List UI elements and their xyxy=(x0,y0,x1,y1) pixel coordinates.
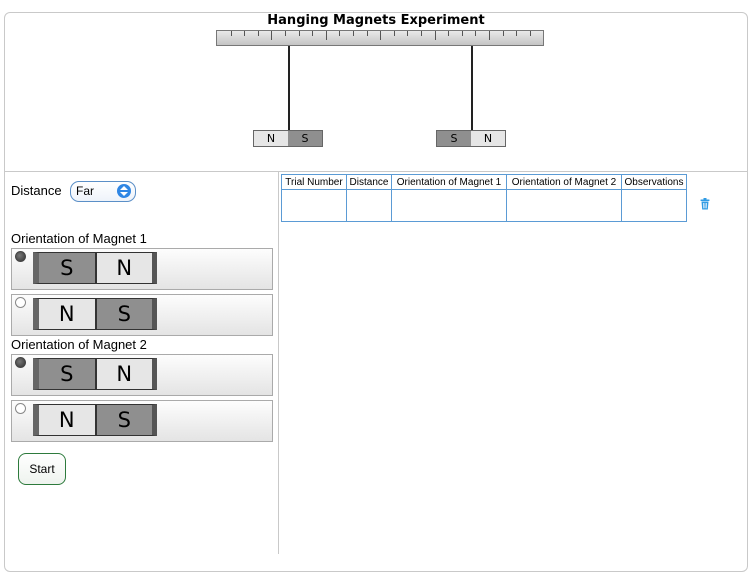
select-arrows-icon xyxy=(117,184,131,198)
results-table: Trial Number Distance Orientation of Mag… xyxy=(281,174,687,222)
ruler-tick xyxy=(326,31,327,40)
column-header: Observations xyxy=(622,175,687,190)
magnet-pole: S xyxy=(96,298,158,330)
start-button[interactable]: Start xyxy=(18,453,66,485)
magnet-pole: N xyxy=(96,358,158,390)
vertical-divider xyxy=(278,172,279,554)
ruler-tick xyxy=(516,31,517,36)
ruler-tick xyxy=(299,31,300,36)
magnet-ns-icon: N S xyxy=(33,404,157,436)
magnet2-option-sn-radio[interactable] xyxy=(15,357,26,368)
table-cell[interactable] xyxy=(392,190,507,222)
right-string xyxy=(471,46,473,130)
experiment-frame xyxy=(4,12,748,572)
right-hanging-magnet-pole-right: N xyxy=(471,131,505,146)
magnet-sn-icon: S N xyxy=(33,358,157,390)
ruler-tick xyxy=(353,31,354,36)
table-cell[interactable] xyxy=(347,190,392,222)
column-header: Trial Number xyxy=(282,175,347,190)
ruler-tick xyxy=(503,31,504,36)
table-cell[interactable] xyxy=(622,190,687,222)
ruler-tick xyxy=(448,31,449,36)
magnet2-option-ns[interactable]: N S xyxy=(11,400,273,442)
magnet-pole: N xyxy=(96,252,158,284)
magnet1-option-sn[interactable]: S N xyxy=(11,248,273,290)
ruler-tick xyxy=(258,31,259,36)
magnet1-label: Orientation of Magnet 1 xyxy=(11,231,147,246)
ruler-tick xyxy=(271,31,272,40)
ruler-tick xyxy=(312,31,313,36)
ruler-tick xyxy=(407,31,408,36)
ruler-tick xyxy=(231,31,232,36)
left-hanging-magnet-pole-right: S xyxy=(288,131,322,146)
table-cell[interactable] xyxy=(282,190,347,222)
magnet1-option-sn-radio[interactable] xyxy=(15,251,26,262)
ruler-tick xyxy=(367,31,368,36)
column-header: Orientation of Magnet 2 xyxy=(507,175,622,190)
magnet2-option-ns-radio[interactable] xyxy=(15,403,26,414)
magnet-sn-icon: S N xyxy=(33,252,157,284)
page-title: Hanging Magnets Experiment xyxy=(0,13,752,28)
distance-select[interactable]: Far xyxy=(70,181,136,202)
distance-label: Distance xyxy=(11,183,62,198)
magnet2-label: Orientation of Magnet 2 xyxy=(11,337,147,352)
ruler xyxy=(216,30,544,46)
ruler-tick xyxy=(380,31,381,40)
right-hanging-magnet: S N xyxy=(436,130,506,147)
table-header-row: Trial Number Distance Orientation of Mag… xyxy=(282,175,687,190)
ruler-tick xyxy=(394,31,395,36)
left-string xyxy=(288,46,290,130)
distance-select-value: Far xyxy=(76,184,94,198)
ruler-tick xyxy=(421,31,422,36)
column-header: Distance xyxy=(347,175,392,190)
magnet1-option-ns[interactable]: N S xyxy=(11,294,273,336)
horizontal-divider xyxy=(5,171,747,172)
ruler-tick xyxy=(489,31,490,40)
ruler-tick xyxy=(462,31,463,36)
right-hanging-magnet-pole-left: S xyxy=(437,131,471,146)
table-row xyxy=(282,190,687,222)
magnet-pole: S xyxy=(33,358,96,390)
left-hanging-magnet-pole-left: N xyxy=(254,131,288,146)
left-hanging-magnet: N S xyxy=(253,130,323,147)
ruler-tick xyxy=(339,31,340,36)
magnet-pole: N xyxy=(33,298,96,330)
ruler-tick xyxy=(475,31,476,36)
magnet-pole: N xyxy=(33,404,96,436)
ruler-tick xyxy=(435,31,436,40)
magnet-pole: S xyxy=(33,252,96,284)
ruler-tick xyxy=(285,31,286,36)
table-cell[interactable] xyxy=(507,190,622,222)
magnet1-option-ns-radio[interactable] xyxy=(15,297,26,308)
magnet-ns-icon: N S xyxy=(33,298,157,330)
magnet-pole: S xyxy=(96,404,158,436)
ruler-tick xyxy=(530,31,531,36)
ruler-tick xyxy=(244,31,245,36)
magnet2-option-sn[interactable]: S N xyxy=(11,354,273,396)
column-header: Orientation of Magnet 1 xyxy=(392,175,507,190)
trash-icon[interactable] xyxy=(700,198,710,210)
